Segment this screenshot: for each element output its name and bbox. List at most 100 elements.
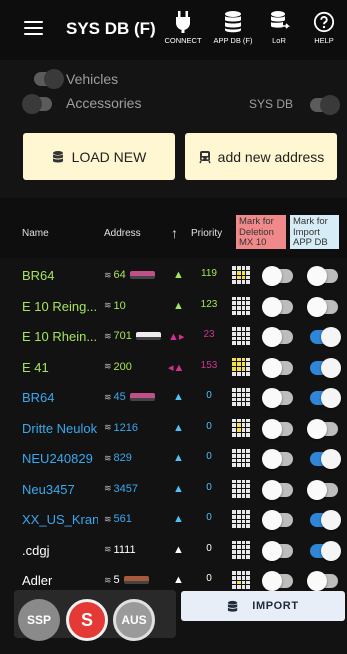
app-title: SYS DB (F) [66,19,156,38]
vehicle-address: ≋ 200 [104,361,132,373]
aus-button[interactable]: AUS [113,599,155,641]
mark-deletion-toggle[interactable] [262,418,293,439]
app-db-button[interactable]: APP DB (F) [210,10,256,45]
function-grid-icon[interactable] [232,418,250,437]
mark-import-toggle[interactable] [307,571,338,591]
add-new-address-button[interactable]: add new address [185,133,337,180]
address-icon: ≋ [104,574,112,585]
address-icon: ≋ [104,361,112,371]
function-grid-icon[interactable] [232,540,250,559]
direction-arrow-icon: ▲ [173,482,184,495]
address-icon: ≋ [104,544,112,554]
app-bar: SYS DB (F) CONNECT APP DB (F) LoR HELP [0,0,347,60]
table-row[interactable]: NEU240829 ≋ 829 ▲ 0 [0,443,347,474]
address-value: 3457 [113,482,139,495]
mark-deletion-toggle[interactable] [262,479,293,500]
ssp-button[interactable]: SSP [18,599,60,641]
vehicle-address: ≋ 64 [104,269,155,281]
function-grid-icon[interactable] [232,510,250,528]
load-new-button[interactable]: LOAD NEW [23,133,175,180]
direction-arrow-icon: ▲ [173,391,184,403]
database-icon [228,600,238,612]
address-value: 10 [113,299,126,312]
address-value: 64 [113,269,126,281]
table-row[interactable]: .cdgj ≋ 1111 ▲ 0 [0,535,347,566]
mark-deletion-toggle[interactable] [262,540,293,561]
lor-button[interactable]: LoR [256,10,302,45]
function-grid-icon[interactable] [232,357,250,376]
address-value: 829 [113,452,132,464]
mark-import-toggle[interactable] [307,418,338,439]
vehicle-address: ≋ 561 [104,513,132,525]
function-grid-icon[interactable] [232,266,250,284]
import-button[interactable]: IMPORT [181,591,345,621]
vehicle-name: XX_US_Kran [22,512,98,527]
mark-import-toggle[interactable] [310,540,341,561]
mark-deletion-toggle[interactable] [262,327,293,347]
mark-import-header[interactable]: Mark for Import APP DB [290,215,339,249]
vehicles-toggle[interactable] [34,69,64,89]
vehicles-label: Vehicles [66,71,119,87]
vehicle-address: ≋ 45 [104,391,155,403]
table-row[interactable]: E 10 Rhein... ≋ 701 ▲▸ 23 [0,321,347,352]
function-grid-icon[interactable] [232,479,250,498]
table-row[interactable]: BR64 ≋ 45 ▲ 0 [0,382,347,413]
mark-deletion-toggle[interactable] [262,296,293,317]
address-icon: ≋ [104,452,112,463]
mark-deletion-header[interactable]: Mark for Deletion MX 10 [236,215,286,249]
mark-deletion-toggle[interactable] [262,266,293,286]
sort-arrow-icon[interactable]: ↑ [171,225,178,241]
function-grid-icon[interactable] [232,449,250,467]
table-row[interactable]: XX_US_Kran ≋ 561 ▲ 0 [0,504,347,535]
direction-arrow-icon: ▲▸ [168,331,185,343]
help-button[interactable]: HELP [301,10,347,45]
sysdb-toggle[interactable] [310,95,340,115]
mark-deletion-toggle[interactable] [262,571,293,591]
vehicle-name: Adler [22,573,53,588]
mark-import-toggle[interactable] [310,510,341,530]
mark-import-toggle[interactable] [307,266,338,286]
mark-import-toggle[interactable] [310,388,341,408]
mark-import-toggle[interactable] [307,296,338,317]
address-icon: ≋ [104,330,112,341]
mark-deletion-toggle[interactable] [262,388,293,408]
name-column-header[interactable]: Name [22,228,49,239]
function-grid-icon[interactable] [232,388,250,406]
function-grid-icon[interactable] [232,296,250,315]
mark-import-toggle[interactable] [310,357,341,378]
mark-import-toggle[interactable] [307,479,338,500]
direction-arrow-icon: ▲ [173,421,184,434]
vehicle-name: BR64 [22,390,55,405]
table-row[interactable]: BR64 ≋ 64 ▲ 119 [0,260,347,291]
mark-deletion-toggle[interactable] [262,449,293,469]
table-row[interactable]: E 41 ≋ 200 ◂▲ 153 [0,352,347,383]
menu-icon[interactable] [24,21,43,35]
address-value: 561 [113,513,132,525]
table-row[interactable]: E 10 Reing... ≋ 10 ▲ 123 [0,291,347,322]
vehicle-name: Dritte Neulok [22,420,98,436]
table-row[interactable]: Dritte Neulok ≋ 1216 ▲ 0 [0,413,347,444]
direction-arrow-icon: ▲ [173,574,184,586]
mark-import-toggle[interactable] [310,449,341,469]
function-grid-icon[interactable] [232,571,250,589]
vehicle-name: E 41 [22,359,49,375]
vehicle-name: E 10 Rhein... [22,329,98,344]
address-column-header[interactable]: Address [104,228,141,239]
connect-button[interactable]: CONNECT [160,10,206,45]
function-grid-icon[interactable] [232,327,250,345]
help-circle-icon [313,11,335,33]
vehicle-address: ≋ 829 [104,452,132,464]
mark-deletion-toggle[interactable] [262,357,293,378]
table-row[interactable]: Neu3457 ≋ 3457 ▲ 0 [0,474,347,505]
direction-arrow-icon: ▲ [173,299,184,312]
vehicle-name: E 10 Reing... [22,298,98,314]
locomotive-thumbnail-icon [129,393,155,401]
plug-icon [176,11,190,33]
priority-column-header[interactable]: Priority [191,228,222,239]
direction-arrow-icon: ▲ [173,513,184,525]
accessories-toggle[interactable] [22,94,52,114]
priority-value: 0 [206,512,212,523]
mark-import-toggle[interactable] [310,327,341,347]
mark-deletion-toggle[interactable] [262,510,293,530]
stop-button[interactable]: S [66,599,108,641]
